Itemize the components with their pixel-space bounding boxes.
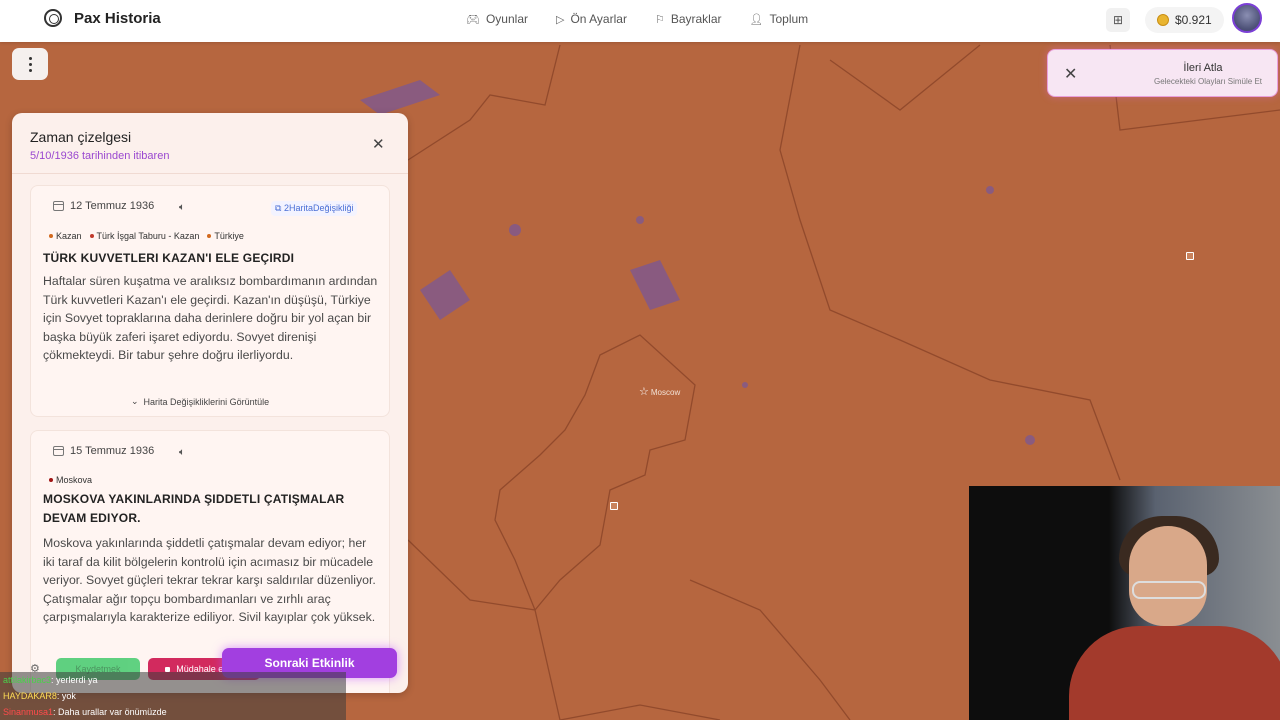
chevron-down-icon: ⌄ [131,396,139,406]
nav-item-community[interactable]: 👤︎ Toplum [750,12,809,26]
stream-chat: attilakirbac3: yerlerdi ya HAYDAKAR8: yo… [0,672,346,720]
brand[interactable]: Pax Historia [44,9,161,27]
chat-message: Sinanmusa1: Daha urallar var önümüzde [0,704,346,720]
app-name: Pax Historia [74,9,161,27]
stop-icon [165,666,171,672]
timeline-panel: Zaman çizelgesi 5/10/1936 tarihinden iti… [12,113,408,693]
map-changes-label: 2HaritaDeğişikliği [283,203,354,213]
flag-icon: ⚐ [654,13,665,26]
skip-subtitle: Gelecekteki Olayları Simüle Et [1153,77,1263,86]
close-icon[interactable]: ✕ [372,135,385,153]
chat-message: HAYDAKAR8: yok [0,688,346,704]
panel-title: Zaman çizelgesi [30,129,132,145]
calendar-icon [53,201,64,211]
city-marker[interactable] [610,502,618,510]
speaker-icon[interactable]: 🔈︎ [179,447,185,458]
nav-item-presets[interactable]: ▷ Ön Ayarlar [556,12,627,26]
city-marker[interactable] [1186,252,1194,260]
avatar[interactable] [1232,3,1262,33]
event-date: 15 Temmuz 1936 [70,445,155,457]
event-date: 12 Temmuz 1936 [70,200,155,212]
nav-label: Oyunlar [485,12,528,26]
event-body: Moskova yakınlarında şiddetli çatışmalar… [43,536,376,625]
event-tags: Kazan Türk İşgal Taburu - Kazan Türkiye [49,231,244,241]
close-icon[interactable]: ✕ [1064,64,1077,84]
tag: Türk İşgal Taburu - Kazan [89,231,199,241]
event-title: MOSKOVA YAKINLARINDA ŞIDDETLI ÇATIŞMALAR… [43,492,345,525]
play-icon: ▷ [556,13,565,26]
globe-logo-icon [44,9,62,27]
city-label: Moscow [650,388,681,397]
event-tags: Moskova [49,475,92,485]
view-map-changes-button[interactable]: ⌄ Harita Değişikliklerini Görüntüle [131,396,269,407]
gift-icon[interactable]: ⊞ [1106,8,1130,32]
next-label: Sonraki Etkinlik [264,656,355,670]
tag: Moskova [49,475,92,485]
balance-value: $0.921 [1175,13,1212,27]
tag: Kazan [49,231,82,241]
skip-ahead-panel[interactable]: ✕ İleri Atla Gelecekteki Olayları Simüle… [1047,49,1278,97]
divider [12,173,408,174]
main-nav: 🎮︎ Oyunlar ▷ Ön Ayarlar ⚐ Bayraklar 👤︎ T… [466,12,808,26]
view-changes-label: Harita Değişikliklerini Görüntüle [143,396,270,407]
nav-label: Bayraklar [670,12,722,26]
event-title: TÜRK KUVVETLERI KAZAN'I ELE GEÇIRDI [43,251,295,265]
calendar-icon [53,446,64,456]
event-body: Haftalar süren kuşatma ve aralıksız bomb… [43,274,378,363]
nav-item-flags[interactable]: ⚐ Bayraklar [655,12,722,26]
panel-subtitle: 5/10/1936 tarihinden itibaren [30,150,170,162]
event-card: 12 Temmuz 1936 🔈︎ ⧉ 2HaritaDeğişikliği K… [30,185,390,417]
map-icon: ⧉ [275,203,282,213]
nav-label: Toplum [769,12,809,26]
capital-star-icon: ☆ [639,386,649,398]
coin-icon [1157,14,1169,26]
users-icon: 👤︎ [749,13,764,26]
city-marker-moscow[interactable]: ☆ Moscow [639,387,680,398]
skip-title: İleri Atla [1183,62,1223,74]
more-menu-button[interactable] [12,48,48,80]
webcam-overlay [969,486,1280,720]
map-changes-badge[interactable]: ⧉ 2HaritaDeğişikliği [271,201,358,216]
gamepad-icon: 🎮︎ [466,13,480,26]
top-bar: Pax Historia 🎮︎ Oyunlar ▷ Ön Ayarlar ⚐ B… [0,0,1280,42]
nav-item-games[interactable]: 🎮︎ Oyunlar [466,12,528,26]
tag: Türkiye [207,231,244,241]
wallet-balance[interactable]: $0.921 [1145,7,1224,33]
nav-label: Ön Ayarlar [570,12,627,26]
chat-message: attilakirbac3: yerlerdi ya [0,672,346,688]
speaker-icon[interactable]: 🔈︎ [179,202,185,213]
